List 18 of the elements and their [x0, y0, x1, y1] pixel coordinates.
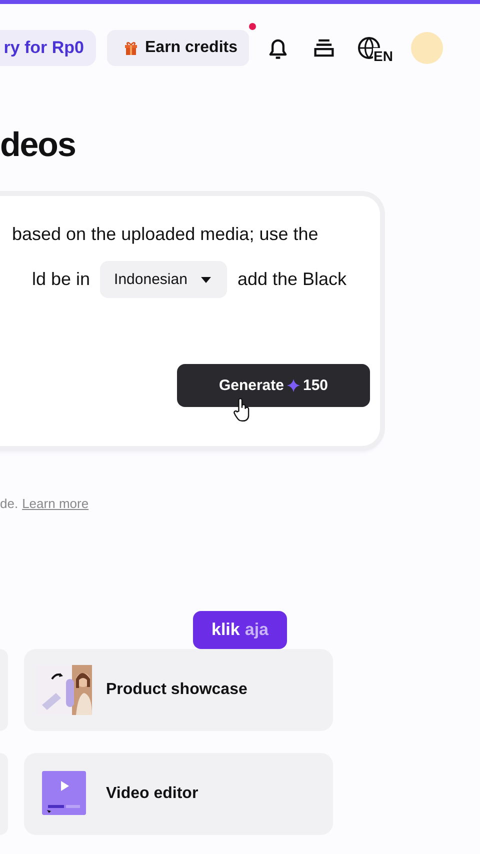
avatar[interactable]: [410, 32, 443, 64]
trial-button[interactable]: ry for Rp0: [0, 30, 96, 66]
caret-icon: [201, 276, 212, 282]
page-title: deos: [0, 126, 76, 166]
tool-card[interactable]: Product showcase: [24, 649, 333, 731]
hand-cursor-icon: [233, 398, 251, 422]
language-select[interactable]: Indonesian: [100, 261, 228, 298]
generate-button[interactable]: Generate 150: [177, 364, 370, 407]
earn-credits-button[interactable]: Earn credits: [107, 30, 250, 66]
tip-badge: klik aja: [193, 611, 287, 649]
footnote-text: de.: [0, 496, 18, 511]
tool-card[interactable]: Video editor: [24, 753, 333, 835]
language-button[interactable]: EN: [357, 36, 393, 60]
prompt-text: ld be in: [32, 269, 90, 290]
prompt-text: add the Black: [237, 269, 347, 290]
gift-icon: [123, 40, 139, 56]
prompt-text: based on the uploaded media; use the: [12, 224, 320, 245]
sparkle-icon: [287, 379, 300, 392]
